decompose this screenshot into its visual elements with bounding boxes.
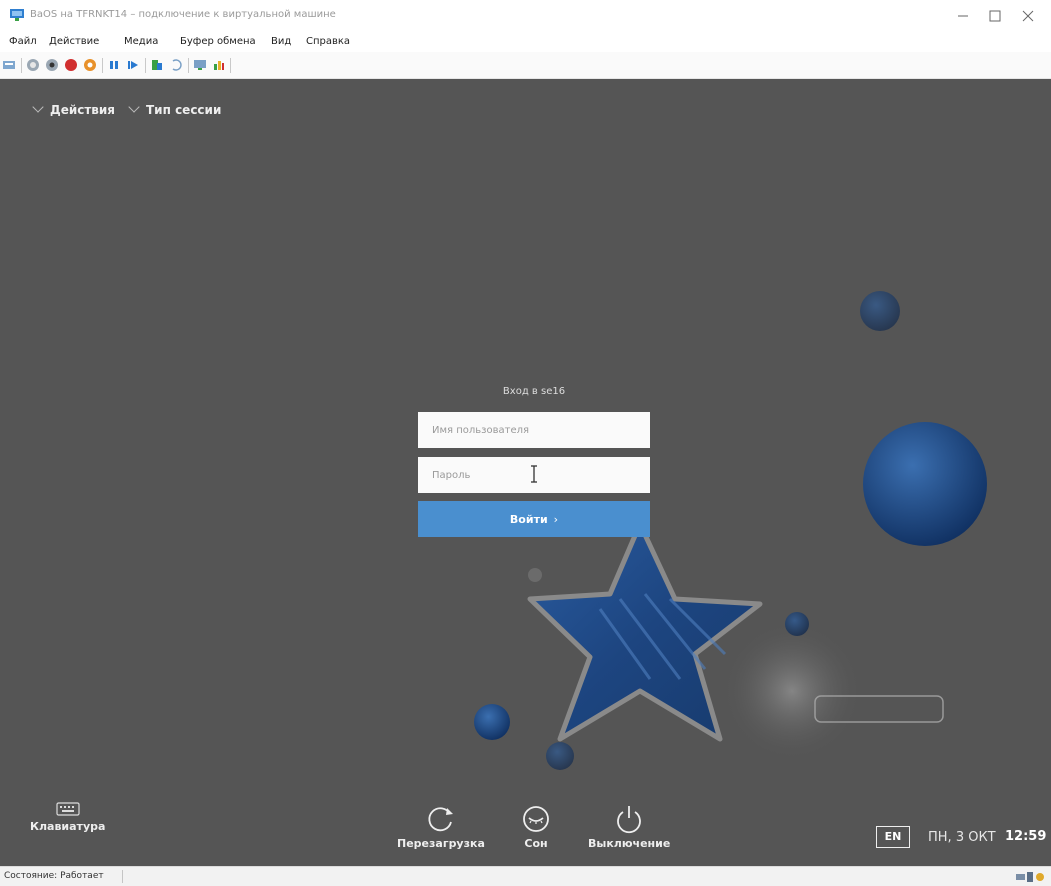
keyboard-language-indicator[interactable]: EN (876, 826, 910, 848)
status-bar: Состояние: Работает (0, 866, 1051, 886)
shutdown-icon[interactable] (64, 58, 78, 72)
shutdown-label: Выключение (588, 837, 671, 850)
login-button[interactable]: Войти › (418, 501, 650, 537)
toolbar-separator (102, 58, 103, 73)
status-indicator-icons (1016, 872, 1044, 882)
restart-button[interactable]: Перезагрузка (397, 804, 485, 850)
toolbar (0, 52, 1051, 79)
menu-action[interactable]: Действие (49, 36, 99, 47)
menu-media[interactable]: Медиа (124, 36, 158, 47)
share-icon[interactable] (212, 58, 226, 72)
clock-time: 12:59 (1005, 829, 1047, 844)
checkpoint-icon[interactable] (150, 58, 164, 72)
menu-file[interactable]: Файл (9, 36, 37, 47)
keyboard-button[interactable]: Клавиатура (30, 801, 105, 833)
username-field[interactable] (418, 412, 650, 448)
session-type-label: Тип сессии (146, 103, 222, 117)
save-state-icon[interactable] (83, 58, 97, 72)
sleep-icon (523, 806, 549, 832)
login-title: Вход в se16 (502, 386, 566, 397)
toolbar-separator (188, 58, 189, 73)
reset-icon[interactable] (126, 58, 140, 72)
toolbar-separator (230, 58, 231, 73)
keyboard-icon (56, 802, 80, 816)
minimize-button[interactable] (948, 6, 978, 26)
toolbar-separator (21, 58, 22, 73)
maximize-button[interactable] (980, 6, 1010, 26)
vm-display[interactable]: Действия Тип сессии Вход в se16 Войти › К… (0, 79, 1051, 866)
status-separator (122, 870, 123, 883)
menu-clipboard[interactable]: Буфер обмена (180, 36, 256, 47)
restart-label: Перезагрузка (397, 837, 485, 850)
pause-icon[interactable] (107, 58, 121, 72)
sleep-label: Сон (524, 837, 548, 850)
menu-view[interactable]: Вид (271, 36, 291, 47)
status-text: Состояние: Работает (4, 871, 104, 881)
window-title: BaOS на TFRNKT14 – подключение к виртуал… (30, 9, 336, 20)
restart-icon (428, 807, 453, 832)
clock-date: ПН, 3 ОКТ (928, 830, 996, 845)
enhanced-session-icon[interactable] (193, 58, 207, 72)
actions-menu-label: Действия (50, 103, 116, 117)
vm-connection-icon (10, 9, 24, 21)
actions-menu[interactable]: Действия (32, 101, 116, 117)
window-titlebar[interactable]: BaOS на TFRNKT14 – подключение к виртуал… (0, 0, 1051, 32)
revert-icon[interactable] (169, 58, 183, 72)
menu-bar: Файл Действие Медиа Буфер обмена Вид Спр… (0, 32, 1051, 52)
session-type-menu[interactable]: Тип сессии (128, 101, 222, 117)
shutdown-button[interactable]: Выключение (588, 804, 670, 850)
power-icon (617, 806, 642, 834)
close-button[interactable] (1013, 6, 1043, 26)
keyboard-label: Клавиатура (30, 820, 106, 833)
ctrl-alt-del-icon[interactable] (2, 58, 16, 72)
start-icon[interactable] (26, 58, 40, 72)
turn-off-icon[interactable] (45, 58, 59, 72)
chevron-right-icon: › (553, 512, 559, 526)
toolbar-separator (145, 58, 146, 73)
chevron-down-icon (32, 101, 44, 113)
menu-help[interactable]: Справка (306, 36, 350, 47)
chevron-down-icon (128, 101, 140, 113)
sleep-button[interactable]: Сон (521, 804, 551, 850)
login-button-label: Войти (509, 512, 548, 526)
text-cursor-icon (531, 465, 537, 483)
